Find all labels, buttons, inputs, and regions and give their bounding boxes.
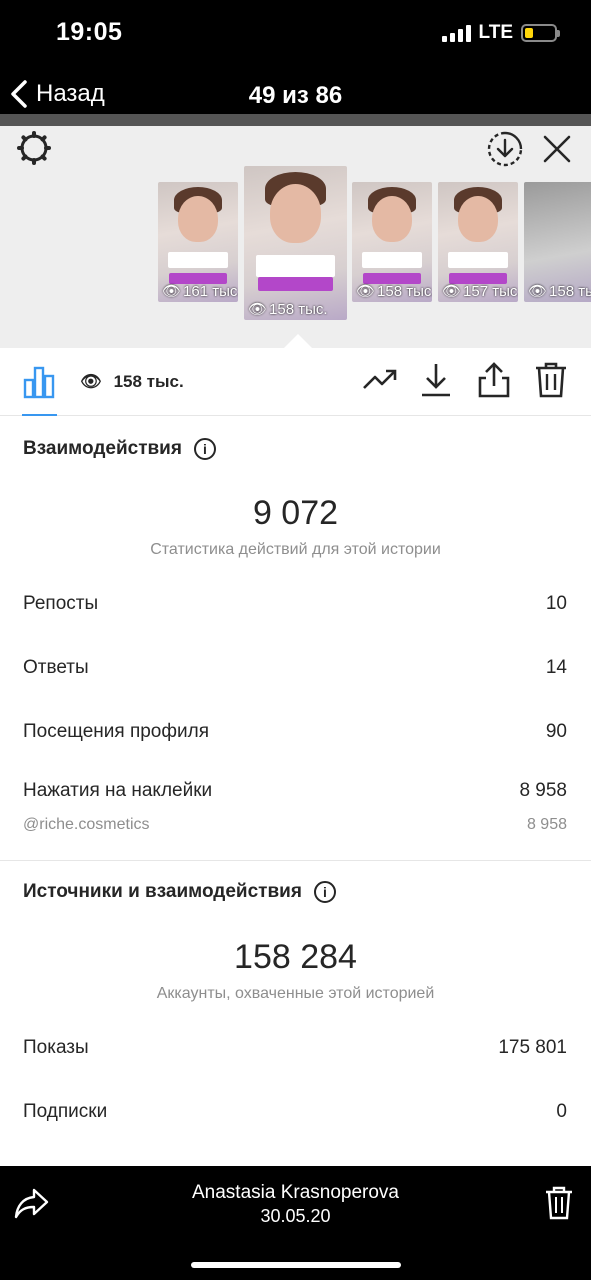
trash-icon[interactable]	[545, 1186, 573, 1225]
status-bar: 19:05 LTE	[0, 0, 591, 66]
eye-icon: 👁	[162, 283, 182, 300]
thumbnail-views: 👁158 тыс.	[356, 282, 432, 301]
eye-icon: 👁	[356, 283, 376, 300]
download-circle-icon[interactable]	[486, 130, 524, 173]
nav-bar: Назад 49 из 86	[0, 66, 591, 114]
story-thumbnail[interactable]: 👁158 тыс.	[352, 182, 432, 302]
home-indicator	[191, 1262, 401, 1268]
thumbnail-views: 👁158 тыс.	[248, 300, 328, 319]
stat-row-sticker-account: @riche.cosmetics 8 958	[23, 816, 567, 833]
battery-icon	[521, 24, 560, 42]
section-title-interactions: Взаимодействия i	[23, 438, 216, 460]
active-tab-indicator	[22, 414, 57, 416]
discovery-total: 158 284	[234, 938, 357, 976]
story-viewer: 👁 161 тыс. 👁 158 тыс. 👁 158 тыс. 👁 157 тыс. …	[0, 126, 591, 348]
interactions-subtitle: Статистика действий для этой истории	[150, 541, 441, 558]
stat-row-follows: Подписки 0	[23, 1101, 567, 1122]
section-title-discovery: Источники и взаимодействия i	[23, 881, 336, 903]
stat-row-replies: Ответы 14	[23, 657, 567, 678]
stat-row-reposts: Репосты 10	[23, 593, 567, 614]
settings-gear-icon[interactable]	[16, 130, 52, 171]
stat-row-impressions: Показы 175 801	[23, 1037, 567, 1058]
trending-icon[interactable]	[362, 362, 398, 403]
stat-row-sticker-taps: Нажатия на наклейки 8 958	[23, 780, 567, 801]
trash-icon[interactable]	[534, 362, 568, 403]
viewer-top-strip	[0, 114, 591, 126]
close-icon[interactable]	[540, 132, 574, 171]
eye-icon: 👁	[248, 301, 268, 318]
interactions-total: 9 072	[252, 494, 339, 532]
insights-toolbar: 👁 158 тыс.	[0, 348, 591, 416]
views-count: 👁 158 тыс.	[80, 372, 184, 392]
status-indicators: LTE	[441, 22, 560, 44]
eye-icon: 👁	[442, 283, 462, 300]
selected-pointer	[284, 334, 312, 348]
bottom-bar: Anastasia Krasnoperova 30.05.20	[0, 1166, 591, 1280]
signal-icon	[441, 24, 471, 42]
info-icon[interactable]: i	[313, 881, 336, 903]
section-divider	[0, 860, 591, 861]
insights-panel: 👁 158 тыс. Взаимодействия i 9 072 Статис…	[0, 348, 591, 1166]
discovery-subtitle: Аккаунты, охваченные этой историей	[156, 985, 435, 1002]
info-icon[interactable]: i	[193, 438, 216, 460]
views-count-label: 158 тыс.	[113, 372, 184, 391]
status-time: 19:05	[56, 18, 123, 46]
bar-chart-icon[interactable]	[22, 364, 58, 405]
eye-icon: 👁	[80, 372, 102, 391]
eye-icon: 👁	[528, 283, 548, 300]
page-title: 49 из 86	[248, 82, 343, 109]
download-icon[interactable]	[420, 362, 452, 403]
thumbnail-views: 👁158 тыс.	[528, 282, 591, 301]
thumbnail-views: 👁 161 тыс.	[162, 282, 238, 301]
network-type: LTE	[478, 22, 513, 43]
stat-row-profile-visits: Посещения профиля 90	[23, 721, 567, 742]
story-thumbnail-active[interactable]: 👁 158 тыс.	[244, 166, 347, 320]
share-icon[interactable]	[478, 362, 510, 403]
post-date: 30.05.20	[260, 1206, 331, 1226]
author-name: Anastasia Krasnoperova	[191, 1182, 399, 1203]
story-thumbnail[interactable]: 👁 161 тыс.	[158, 182, 238, 302]
story-thumbnail[interactable]: 👁 157 тыс.	[438, 182, 518, 302]
thumbnail-views: 👁 157 тыс.	[442, 282, 518, 301]
story-thumbnail[interactable]: 👁158 тыс.	[524, 182, 591, 302]
